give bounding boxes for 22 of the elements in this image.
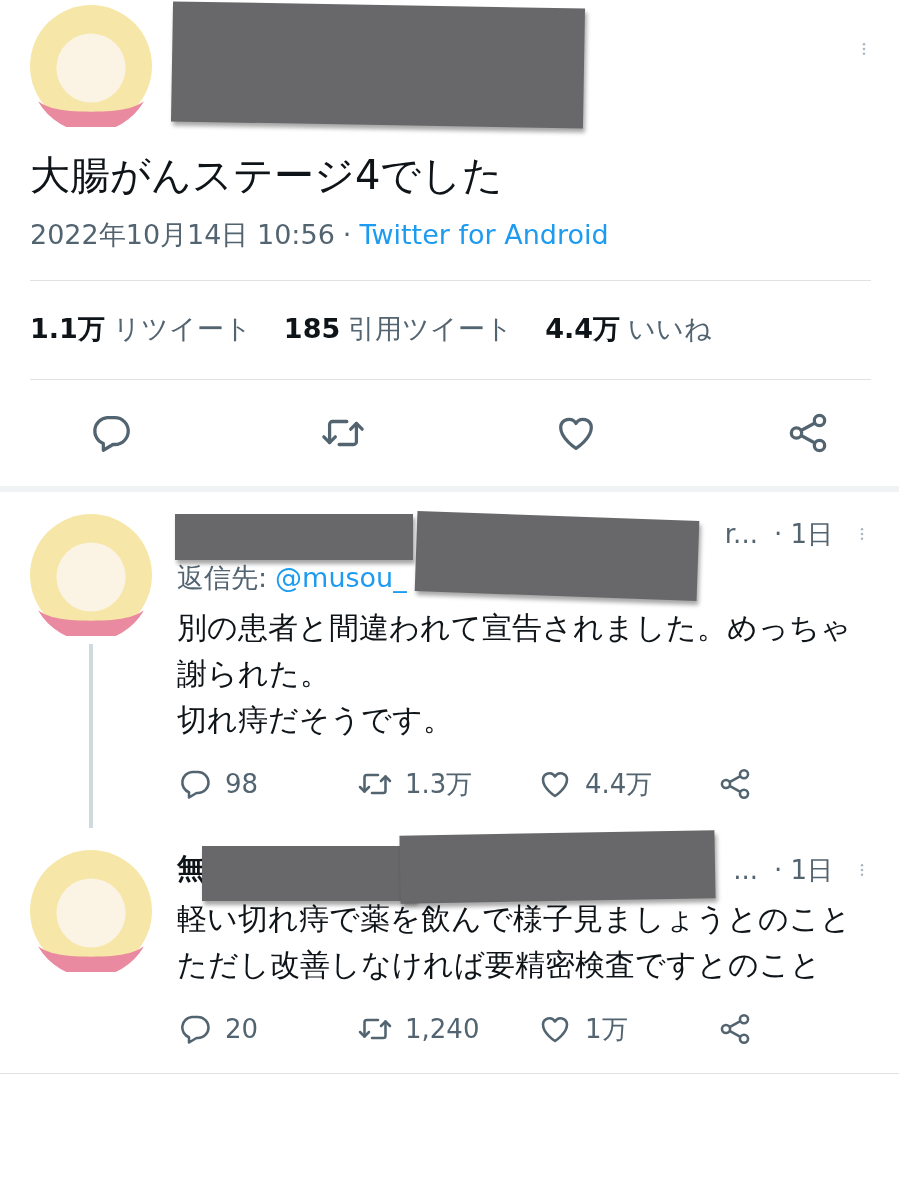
user-name: 無 [177, 850, 205, 887]
timestamp: · 1日 [773, 853, 833, 887]
separator-dot: · [342, 218, 352, 252]
reply-count: 98 [225, 767, 259, 801]
reply-to-label: 返信先: [177, 561, 268, 595]
user-name: ... [733, 853, 758, 887]
reply-text: 切れ痔だそうです。 [177, 700, 454, 739]
like-count: 1万 [585, 1012, 628, 1046]
like-count: 4.4万 [585, 767, 653, 801]
reply-text: 軽い切れ痔で薬を飲んで様子見ましょうとのこと [177, 899, 852, 938]
retweet-count: 1.3万 [405, 767, 473, 801]
timestamp: · 1日 [773, 518, 833, 551]
reply-text: 別の患者と間違われて宣告されました。めっちゃ謝られた。 [177, 608, 852, 693]
tweet-date: 2022年10月14日 10:56 [30, 218, 335, 252]
stat-count[interactable]: 1.1万 リツイート [30, 308, 252, 349]
reply-text: ただし改善しなければ要精密検査ですとのこと [177, 945, 822, 984]
reply-count: 20 [225, 1012, 259, 1046]
stat-count[interactable]: 4.4万 いいね [545, 308, 713, 349]
retweet-count: 1,240 [405, 1012, 480, 1046]
user-name: r... [724, 518, 758, 551]
tweet-text: 大腸がんステージ4でした [30, 151, 505, 200]
stat-count[interactable]: 185 引用ツイート [283, 308, 514, 349]
